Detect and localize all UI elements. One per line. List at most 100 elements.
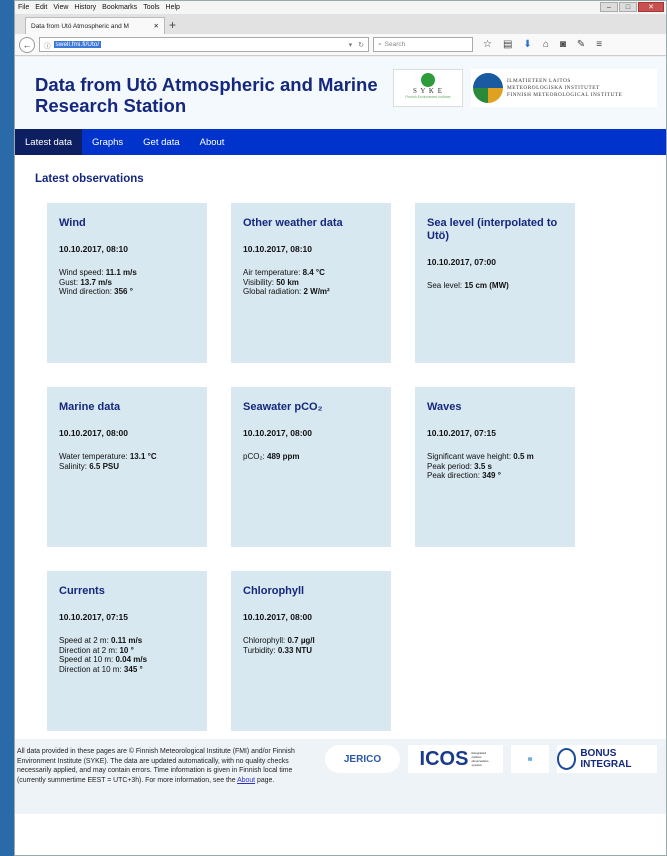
maximize-icon[interactable]: □ [619,2,637,12]
pocket-icon[interactable]: ◙ [560,39,566,50]
tab-bar: Data from Utö Atmospheric and M ✕ + [15,14,666,34]
obs-row: Wind speed: 11.1 m/s [59,268,137,277]
browser-tab[interactable]: Data from Utö Atmospheric and M ✕ [25,17,165,34]
obs-row: Global radiation: 2 W/m² [243,287,330,296]
site-title: Data from Utö Atmospheric and Marine Res… [35,74,378,116]
footer-disclaimer: All data provided in these pages are © F… [17,748,295,784]
bonus-circle-icon [557,748,577,770]
obs-row: Visibility: 50 km [243,277,299,287]
card-title: Other weather data [243,217,343,229]
obs-row: Peak direction: 349 ° [427,471,501,480]
window-controls: – □ ✕ [600,2,664,12]
site-header: Data from Utö Atmospheric and Marine Res… [15,57,666,129]
page-heading: Latest observations [35,173,144,185]
obs-row: Turbidity: 0.33 NTU [243,645,313,655]
extension-icon[interactable]: ✎ [577,39,585,50]
reload-icon[interactable]: ↻ [358,41,364,49]
obs-row: Salinity: 6.5 PSU [59,461,120,471]
url-bar[interactable]: ⓘ swell.fmi.fi/Uto/ ▾ ↻ [39,37,369,52]
card-date: 10.10.2017, 08:10 [59,244,129,254]
card-title: Wind [59,217,86,229]
partner-logos: JERICO ICOS Integrated carbon observatio… [325,745,657,773]
obs-row: Gust: 13.7 m/s [59,277,112,287]
tab-title: Data from Utö Atmospheric and M [31,22,129,30]
hamburger-menu-icon[interactable]: ≡ [596,39,602,50]
url-text: swell.fmi.fi/Uto/ [53,41,102,48]
icos-logo[interactable]: ICOS Integrated carbon observation syste… [408,745,503,773]
fmi-globe-icon [473,73,503,103]
nav-get-data[interactable]: Get data [133,129,189,155]
close-window-icon[interactable]: ✕ [638,2,664,12]
obs-row: Direction at 2 m: 10 ° [59,645,134,655]
card-currents: Currents 10.10.2017, 07:15 Speed at 2 m:… [47,571,207,731]
new-tab-icon[interactable]: + [169,18,176,34]
menu-history[interactable]: History [74,4,96,11]
obs-row: Speed at 2 m: 0.11 m/s [59,636,143,645]
card-title: Waves [427,401,462,413]
home-icon[interactable]: ⌂ [543,39,549,50]
card-chlorophyll: Chlorophyll 10.10.2017, 08:00 Chlorophyl… [231,571,391,731]
nav-latest-data[interactable]: Latest data [15,129,83,155]
card-seawater-pco2: Seawater pCO₂ 10.10.2017, 08:00 pCO₂: 48… [231,387,391,547]
obs-row: Water temperature: 13.1 °C [59,452,157,461]
dropdown-icon[interactable]: ▾ [349,41,353,49]
main-nav: Latest data Graphs Get data About [15,129,666,155]
minimize-icon[interactable]: – [600,2,618,12]
card-marine-data: Marine data 10.10.2017, 08:00 Water temp… [47,387,207,547]
bookmark-star-icon[interactable]: ☆ [483,39,492,50]
fmi-logo[interactable]: ILMATIETEEN LAITOS METEOROLOGISKA INSTIT… [471,69,657,107]
card-sea-level: Sea level (interpolated to Utö) 10.10.20… [415,203,575,363]
page-footer: All data provided in these pages are © F… [15,739,666,814]
info-icon[interactable]: ⓘ [44,40,51,50]
obs-row: pCO₂: 489 ppm [243,452,300,461]
nav-about[interactable]: About [190,129,235,155]
card-other-weather: Other weather data 10.10.2017, 08:10 Air… [231,203,391,363]
about-link[interactable]: About [237,777,255,784]
close-tab-icon[interactable]: ✕ [154,22,159,30]
card-title: Chlorophyll [243,585,305,597]
search-placeholder: Search [384,41,406,48]
menu-bookmarks[interactable]: Bookmarks [102,4,137,11]
card-date: 10.10.2017, 08:00 [243,428,313,438]
obs-row: Air temperature: 8.4 °C [243,268,325,277]
card-date: 10.10.2017, 07:00 [427,257,497,267]
card-date: 10.10.2017, 08:00 [243,612,313,622]
search-icon: ⌕ [378,40,382,48]
card-waves: Waves 10.10.2017, 07:15 Significant wave… [415,387,575,547]
obs-row: Direction at 10 m: 345 ° [59,664,143,674]
navigation-toolbar: ← ⓘ swell.fmi.fi/Uto/ ▾ ↻ ⌕ Search ☆ ▤ ⬇… [15,34,666,56]
card-date: 10.10.2017, 07:15 [427,428,497,438]
menu-view[interactable]: View [53,4,68,11]
card-title: Sea level (interpolated to Utö) [427,217,558,242]
obs-row: Significant wave height: 0.5 m [427,452,534,461]
jerico-logo[interactable]: JERICO [325,745,400,773]
menu-tools[interactable]: Tools [143,4,159,11]
menu-file[interactable]: File [18,4,29,11]
syke-logo[interactable]: S Y K E Finnish Environment Institute [393,69,463,107]
library-icon[interactable]: ▤ [503,39,512,50]
menu-help[interactable]: Help [166,4,180,11]
card-date: 10.10.2017, 08:00 [59,428,129,438]
browser-window: File Edit View History Bookmarks Tools H… [14,0,667,856]
obs-row: Peak period: 3.5 s [427,461,492,471]
obs-row: Wind direction: 356 ° [59,287,133,296]
back-icon[interactable]: ← [19,36,35,53]
emodnet-wave-logo[interactable]: ≋ [511,745,549,773]
bonus-integral-logo[interactable]: BONUS INTEGRAL [557,745,657,773]
menu-edit[interactable]: Edit [35,4,47,11]
obs-row: Chlorophyll: 0.7 µg/l [243,636,315,645]
web-page: Data from Utö Atmospheric and Marine Res… [15,57,666,855]
card-title: Currents [59,585,105,597]
nav-graphs[interactable]: Graphs [82,129,133,155]
search-input[interactable]: ⌕ Search [373,37,473,52]
obs-row: Sea level: 15 cm (MW) [427,281,509,290]
download-icon[interactable]: ⬇ [523,39,531,50]
card-title: Seawater pCO₂ [243,401,323,413]
card-wind: Wind 10.10.2017, 08:10 Wind speed: 11.1 … [47,203,207,363]
card-date: 10.10.2017, 07:15 [59,612,129,622]
card-date: 10.10.2017, 08:10 [243,244,313,254]
menu-bar: File Edit View History Bookmarks Tools H… [15,1,666,14]
syke-leaf-icon [421,73,435,87]
obs-row: Speed at 10 m: 0.04 m/s [59,655,148,664]
card-title: Marine data [59,401,121,413]
